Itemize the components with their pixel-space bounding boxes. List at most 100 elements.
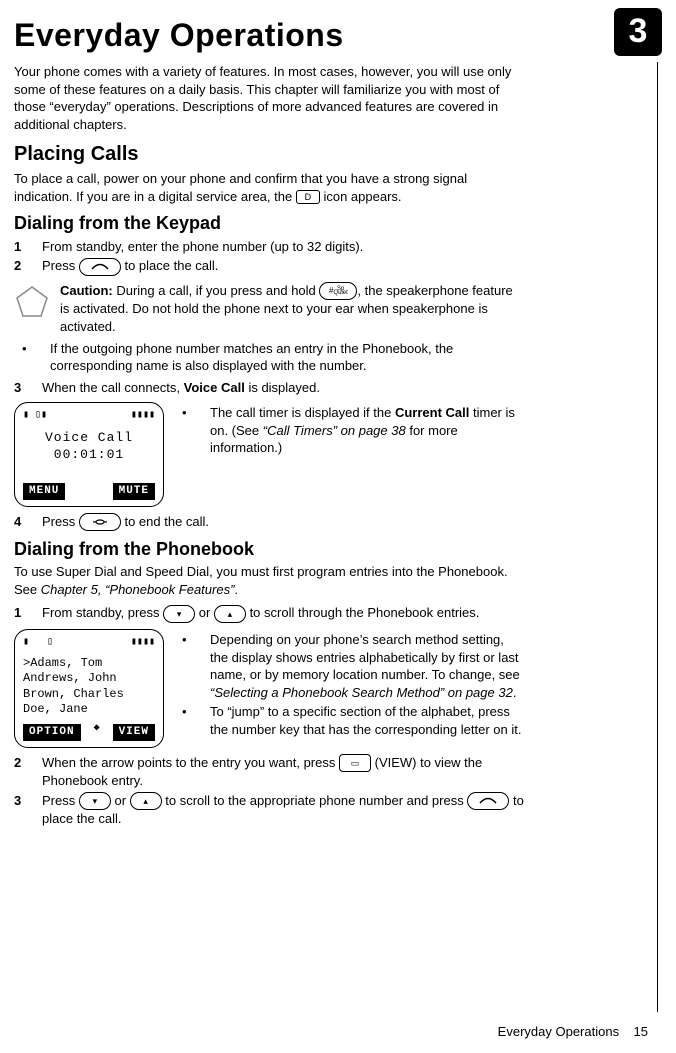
placing-calls-heading: Placing Calls bbox=[14, 141, 524, 168]
step-number: 1 bbox=[14, 238, 42, 256]
intro-paragraph: Your phone comes with a variety of featu… bbox=[14, 63, 524, 133]
bullet-text: Depending on your phone’s search method … bbox=[210, 631, 524, 701]
step-row: 2 Press to place the call. bbox=[14, 257, 524, 276]
bullet-mark: • bbox=[14, 340, 50, 375]
softkey-view: VIEW bbox=[113, 724, 155, 741]
down-key-icon: ▾ bbox=[163, 605, 195, 623]
voice-call-bold: Voice Call bbox=[184, 380, 245, 395]
text: to place the call. bbox=[124, 258, 218, 273]
text: . bbox=[513, 685, 517, 700]
text: or bbox=[199, 605, 214, 620]
down-key-icon: ▾ bbox=[79, 792, 111, 810]
text: Depending on your phone’s search method … bbox=[210, 632, 520, 682]
step-number: 1 bbox=[14, 604, 42, 623]
text: When the call connects, bbox=[42, 380, 184, 395]
step-text: Press ▾ or ▴ to scroll to the appropriat… bbox=[42, 792, 524, 828]
step-text: When the arrow points to the entry you w… bbox=[42, 754, 524, 790]
step-text: When the call connects, Voice Call is di… bbox=[42, 379, 524, 397]
placing-calls-intro-b: icon appears. bbox=[323, 189, 401, 204]
screen-line: Brown, Charles bbox=[23, 687, 155, 703]
up-key-icon: ▴ bbox=[130, 792, 162, 810]
chapter-number-badge: 3 bbox=[614, 8, 662, 56]
text: Press bbox=[42, 258, 79, 273]
placing-calls-intro: To place a call, power on your phone and… bbox=[14, 170, 524, 205]
bullet-mark: • bbox=[174, 703, 210, 738]
talk-key-icon bbox=[79, 258, 121, 276]
caution-label: Caution: bbox=[60, 283, 113, 298]
current-call-bold: Current Call bbox=[395, 405, 469, 420]
ref: “Selecting a Phonebook Search Method” on… bbox=[210, 685, 513, 700]
step-number: 2 bbox=[14, 257, 42, 276]
step-number: 2 bbox=[14, 754, 42, 790]
softkey-mute: MUTE bbox=[113, 483, 155, 500]
caution-text: Caution: During a call, if you press and… bbox=[60, 282, 524, 336]
bullet-mark: • bbox=[174, 631, 210, 701]
hash-key-icon: # SpQuiet bbox=[319, 282, 357, 300]
step-row: 1 From standby, enter the phone number (… bbox=[14, 238, 524, 256]
bullet-item: • If the outgoing phone number matches a… bbox=[14, 340, 524, 375]
caution-icon bbox=[14, 284, 50, 325]
bullet-mark: • bbox=[174, 404, 210, 457]
battery-icon: ▮ ▯ bbox=[23, 636, 53, 650]
ref: “Call Timers” on page 38 bbox=[263, 423, 406, 438]
screen-line: Voice Call bbox=[23, 429, 155, 447]
bullet-item: • The call timer is displayed if the Cur… bbox=[174, 404, 524, 457]
text: to end the call. bbox=[124, 514, 209, 529]
up-key-icon: ▴ bbox=[214, 605, 246, 623]
step-text: Press to place the call. bbox=[42, 257, 524, 276]
text: is displayed. bbox=[245, 380, 320, 395]
dialing-phonebook-heading: Dialing from the Phonebook bbox=[14, 537, 524, 561]
bullet-text: To “jump” to a specific section of the a… bbox=[210, 703, 524, 738]
talk-key-icon bbox=[467, 792, 509, 810]
text: Press bbox=[42, 793, 79, 808]
text: When the arrow points to the entry you w… bbox=[42, 755, 339, 770]
text: to scroll to the appropriate phone numbe… bbox=[165, 793, 467, 808]
step-text: From standby, enter the phone number (up… bbox=[42, 238, 524, 256]
footer-label: Everyday Operations bbox=[498, 1024, 619, 1039]
text: or bbox=[114, 793, 129, 808]
text: The call timer is displayed if the bbox=[210, 405, 395, 420]
screen-line: Andrews, John bbox=[23, 671, 155, 687]
text: . bbox=[234, 582, 238, 597]
page-title: Everyday Operations bbox=[14, 14, 648, 57]
step-number: 3 bbox=[14, 792, 42, 828]
footer-page-number: 15 bbox=[634, 1024, 648, 1039]
step-number: 4 bbox=[14, 513, 42, 532]
phone-screen-phonebook: ▮ ▯ ▮▮▮▮ >Adams, Tom Andrews, John Brown… bbox=[14, 629, 164, 748]
digital-service-icon: D bbox=[296, 190, 320, 204]
step-row: 4 Press to end the call. bbox=[14, 513, 524, 532]
vertical-rule bbox=[657, 62, 658, 1012]
text: During a call, if you press and hold bbox=[113, 283, 320, 298]
screen-line: 00:01:01 bbox=[23, 446, 155, 464]
signal-icon: ▮▮▮▮ bbox=[131, 409, 155, 423]
phonebook-intro: To use Super Dial and Speed Dial, you mu… bbox=[14, 563, 524, 598]
step-row: 3 When the call connects, Voice Call is … bbox=[14, 379, 524, 397]
updown-icon: ◆ bbox=[94, 724, 100, 741]
step-row: 3 Press ▾ or ▴ to scroll to the appropri… bbox=[14, 792, 524, 828]
softkey-option: OPTION bbox=[23, 724, 81, 741]
bullet-item: • To “jump” to a specific section of the… bbox=[174, 703, 524, 738]
ref: Chapter 5, “Phonebook Features” bbox=[41, 582, 235, 597]
screen-line: >Adams, Tom bbox=[23, 656, 155, 672]
step-text: From standby, press ▾ or ▴ to scroll thr… bbox=[42, 604, 524, 623]
end-key-icon bbox=[79, 513, 121, 531]
text: From standby, press bbox=[42, 605, 163, 620]
signal-icon: ▮▮▮▮ bbox=[131, 636, 155, 650]
bullet-item: • Depending on your phone’s search metho… bbox=[174, 631, 524, 701]
right-softkey-icon: ▭ bbox=[339, 754, 371, 772]
caution-block: Caution: During a call, if you press and… bbox=[14, 282, 524, 336]
softkey-menu: MENU bbox=[23, 483, 65, 500]
screen-line: Doe, Jane bbox=[23, 702, 155, 718]
step-number: 3 bbox=[14, 379, 42, 397]
bullet-text: The call timer is displayed if the Curre… bbox=[210, 404, 524, 457]
text: Press bbox=[42, 514, 79, 529]
page-footer: Everyday Operations 15 bbox=[498, 1023, 648, 1041]
text: to scroll through the Phonebook entries. bbox=[250, 605, 480, 620]
step-row: 1 From standby, press ▾ or ▴ to scroll t… bbox=[14, 604, 524, 623]
phone-screen-voicecall: ▮ ▯▮ ▮▮▮▮ Voice Call 00:01:01 MENU MUTE bbox=[14, 402, 164, 506]
bullet-text: If the outgoing phone number matches an … bbox=[50, 340, 524, 375]
step-text: Press to end the call. bbox=[42, 513, 524, 532]
step-row: 2 When the arrow points to the entry you… bbox=[14, 754, 524, 790]
dialing-keypad-heading: Dialing from the Keypad bbox=[14, 211, 524, 235]
battery-icon: ▮ ▯▮ bbox=[23, 409, 47, 423]
